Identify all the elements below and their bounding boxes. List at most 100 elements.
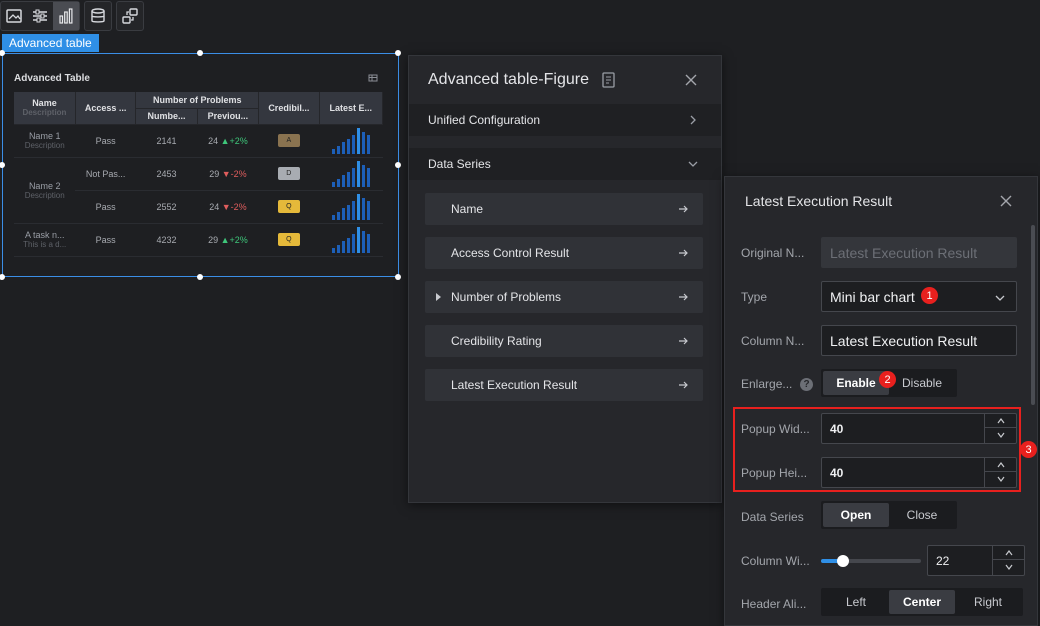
cell-latest-result (319, 157, 383, 191)
header-latest: Latest E... (319, 92, 384, 125)
image-icon (6, 9, 22, 23)
table-settings-icon (368, 74, 378, 82)
column-width-value: 22 (936, 553, 950, 568)
ler-panel-close-icon[interactable] (999, 194, 1013, 208)
data-series-item[interactable]: Latest Execution Result (425, 369, 703, 401)
mini-bar (366, 233, 370, 253)
mini-bar (351, 200, 355, 220)
ler-panel-scrollbar[interactable] (1031, 225, 1035, 405)
interaction-button[interactable] (117, 2, 143, 30)
header-access: Access ... (75, 92, 137, 125)
enlarge-disable-button[interactable]: Disable (889, 371, 955, 395)
table-row: Name 2 Description Not Pas... 2453 29 ▼-2% D (14, 157, 383, 224)
mini-bar-chart (331, 192, 370, 220)
credibility-badge: A (277, 134, 300, 147)
column-width-label: Column Wi... (741, 554, 810, 568)
header-credibility: Credibil... (258, 92, 320, 125)
cell-problem-number: 2453 (135, 157, 198, 191)
resize-handle-bottom-right[interactable] (395, 274, 401, 280)
cell-access: Pass (75, 223, 136, 257)
expand-triangle-icon[interactable] (436, 293, 441, 301)
cell-problem-previous: 29 ▼-2% (197, 157, 259, 191)
mini-bar (366, 134, 370, 154)
data-series-item-label: Access Control Result (451, 246, 570, 260)
cell-credibility: A (258, 124, 320, 158)
mini-bar-chart (331, 225, 370, 253)
mini-bar (356, 193, 360, 220)
type-select[interactable]: Mini bar chart (821, 281, 1017, 312)
resize-handle-bottom-left[interactable] (0, 274, 5, 280)
resize-handle-right[interactable] (395, 162, 401, 168)
component-tag[interactable]: Advanced table (2, 34, 99, 52)
credibility-badge: D (277, 167, 300, 180)
header-problems: Number of Problems (135, 92, 260, 109)
data-series-item[interactable]: Access Control Result (425, 237, 703, 269)
section-unified-label: Unified Configuration (428, 113, 541, 127)
cell-latest-result (319, 223, 383, 257)
mini-bar (331, 148, 335, 154)
ler-panel-title: Latest Execution Result (745, 193, 893, 209)
header-align-right-button[interactable]: Right (955, 590, 1021, 614)
chart-button[interactable] (53, 2, 79, 30)
help-icon[interactable]: ? (800, 378, 813, 391)
header-align-left-button[interactable]: Left (823, 590, 889, 614)
data-series-item[interactable]: Name (425, 193, 703, 225)
mini-bar (366, 200, 370, 220)
data-series-item[interactable]: Number of Problems (425, 281, 703, 313)
cell-problem-number: 2552 (135, 190, 198, 224)
column-width-slider-thumb[interactable] (837, 555, 849, 567)
mini-bar (361, 131, 365, 154)
column-width-increment[interactable] (993, 546, 1024, 560)
mini-bar (341, 240, 345, 253)
mini-bar (331, 214, 335, 220)
column-name-input[interactable]: Latest Execution Result (821, 325, 1017, 356)
mini-bar (346, 204, 350, 220)
column-width-input[interactable]: 22 (927, 545, 1025, 576)
column-width-decrement[interactable] (993, 560, 1024, 574)
enlarge-label: Enlarge... (741, 377, 793, 391)
mini-bar (336, 244, 340, 253)
data-series-open-button[interactable]: Open (823, 503, 889, 527)
data-series-item[interactable]: Credibility Rating (425, 325, 703, 357)
type-select-value: Mini bar chart (830, 288, 915, 305)
header-align-center-button[interactable]: Center (889, 590, 955, 614)
data-series-close-button[interactable]: Close (889, 503, 955, 527)
column-name-label: Column N... (741, 334, 805, 348)
figure-panel-title: Advanced table-Figure (428, 71, 589, 88)
database-button[interactable] (85, 2, 111, 30)
image-button[interactable] (1, 2, 27, 30)
mini-bar (346, 237, 350, 253)
table-row: A task n... This is a d... Pass 4232 29 ▲+2%… (14, 223, 383, 257)
cell-latest-result (319, 124, 383, 158)
trend-down-icon: ▼ (221, 201, 231, 212)
cell-latest-result (319, 190, 383, 224)
chevron-down-icon (1005, 564, 1012, 570)
type-label: Type (741, 290, 768, 304)
figure-panel: Advanced table-Figure Unified Configurat… (408, 55, 722, 503)
annotation-highlight-box (733, 407, 1021, 492)
cell-problem-number: 2141 (135, 124, 198, 158)
column-width-slider[interactable] (821, 555, 921, 567)
cell-name: Name 2 Description (14, 157, 76, 224)
header-name: Name Description (14, 92, 76, 125)
resize-handle-top[interactable] (197, 50, 203, 56)
column-width-stepper (992, 546, 1024, 575)
section-unified-configuration[interactable]: Unified Configuration (409, 104, 721, 136)
figure-panel-close-icon[interactable] (684, 73, 698, 87)
mini-bar-chart (331, 126, 370, 154)
header-align-toggle: Left Center Right (821, 588, 1023, 616)
chevron-right-icon (690, 115, 696, 125)
edit-document-icon[interactable] (601, 71, 617, 89)
trend-down-icon: ▼ (221, 168, 231, 179)
sliders-icon (33, 9, 47, 23)
section-data-series[interactable]: Data Series (409, 148, 721, 180)
chevron-up-icon (1005, 549, 1012, 555)
resize-handle-bottom[interactable] (197, 274, 203, 280)
arrow-right-icon (679, 337, 688, 345)
resize-handle-top-right[interactable] (395, 50, 401, 56)
settings-button[interactable] (27, 2, 53, 30)
header-align-label: Header Ali... (741, 597, 807, 611)
cell-problem-previous: 24 ▲+2% (197, 124, 259, 158)
bar-chart-icon (59, 8, 73, 24)
mini-bar (341, 207, 345, 220)
